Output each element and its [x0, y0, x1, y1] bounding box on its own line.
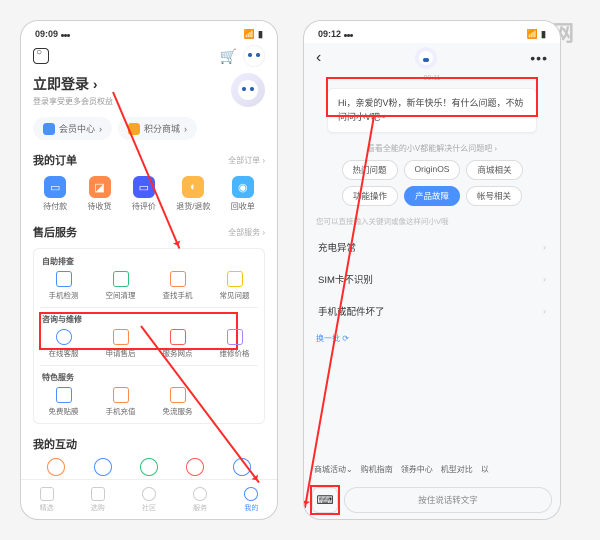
bag-icon: [91, 487, 105, 501]
status-icons: 📶▮: [527, 29, 546, 40]
highlight-keyboard: [310, 485, 340, 515]
all-services-link[interactable]: 全部服务 ›: [228, 227, 265, 238]
bc-mall-event[interactable]: 商城活动⌄: [314, 464, 353, 475]
services-header: 售后服务 全部服务 ›: [33, 224, 265, 240]
inter-3[interactable]: [140, 458, 158, 476]
chat-header: ‹ •••: [304, 43, 560, 73]
data-icon: [170, 387, 186, 403]
bc-buy-guide[interactable]: 购机指南: [361, 464, 393, 475]
apply-aftersale[interactable]: 申请售后: [93, 329, 148, 359]
online-service[interactable]: 在线客服: [36, 329, 91, 359]
input-bar: ⌨ 按住说话转文字: [312, 487, 552, 513]
help-text[interactable]: 看看全能的小V都能解决什么问题吧 ›: [304, 143, 560, 154]
service-points[interactable]: 服务网点: [150, 329, 205, 359]
form-icon: [113, 329, 129, 345]
heart-icon: [40, 487, 54, 501]
faq[interactable]: 常见问题: [207, 271, 262, 301]
order-pending-receive[interactable]: ◪待收货: [88, 176, 112, 212]
top-bar: 🛒: [33, 43, 265, 69]
special-service-label: 特色服务: [42, 372, 262, 383]
phone-recharge[interactable]: 手机充值: [93, 387, 148, 417]
nav-mine[interactable]: 我的: [244, 487, 258, 513]
headset-icon: [193, 487, 207, 501]
search-icon: [170, 271, 186, 287]
free-film[interactable]: 免费贴膜: [36, 387, 91, 417]
cart-icon[interactable]: 🛒: [220, 48, 237, 65]
chip-mall[interactable]: 商城相关: [466, 160, 522, 180]
avatar[interactable]: [231, 73, 265, 107]
circle-icon: [47, 458, 65, 476]
all-orders-link[interactable]: 全部订单 ›: [228, 155, 265, 166]
box-icon: ◪: [89, 176, 111, 198]
login-subtitle: 登录享受更多会员权益: [33, 96, 113, 107]
phone-left: 09:09 📶▮ 🛒 立即登录 › 登录享受更多会员权益 会员中心› 积分商城›…: [20, 20, 278, 520]
inter-4[interactable]: [186, 458, 204, 476]
phone-icon: [56, 271, 72, 287]
headset-icon: [56, 329, 72, 345]
status-bar: 09:09 📶▮: [21, 21, 277, 43]
location-icon: [170, 329, 186, 345]
faq-charging[interactable]: 充电异常: [304, 231, 560, 263]
circle-icon: [94, 458, 112, 476]
chip-hot[interactable]: 热门问题: [342, 160, 398, 180]
status-time: 09:12: [318, 29, 353, 39]
status-icons: 📶▮: [244, 29, 263, 40]
highlight-chat-bubble: [326, 77, 538, 117]
login-title: 立即登录 ›: [33, 74, 113, 94]
nav-shop[interactable]: 选购: [91, 487, 105, 513]
chip-originos[interactable]: OriginOS: [404, 160, 461, 180]
inter-1[interactable]: [47, 458, 65, 476]
back-button[interactable]: ‹: [316, 49, 321, 67]
user-icon: [244, 487, 258, 501]
bottom-chips: 商城活动⌄ 购机指南 领券中心 机型对比 以: [304, 460, 560, 479]
more-button[interactable]: •••: [530, 50, 548, 66]
diamond-icon: [43, 123, 55, 135]
circle-icon: [186, 458, 204, 476]
recharge-icon: [113, 387, 129, 403]
phone-right: 09:12 📶▮ ‹ ••• 09:11 Hi，亲爱的V粉，新年快乐！有什么问题…: [303, 20, 561, 520]
refund-icon: ◐: [182, 176, 204, 198]
find-phone[interactable]: 查找手机: [150, 271, 205, 301]
question-icon: [227, 271, 243, 287]
order-refund[interactable]: ◐退货/退款: [176, 176, 210, 212]
settings-icon[interactable]: [33, 48, 49, 64]
order-recycle[interactable]: ◉回收单: [231, 176, 255, 212]
refresh-button[interactable]: 换一批 ⟳: [316, 333, 560, 344]
chip-function[interactable]: 功能操作: [342, 186, 398, 206]
phone-check[interactable]: 手机检测: [36, 271, 91, 301]
inter-2[interactable]: [94, 458, 112, 476]
film-icon: [56, 387, 72, 403]
bc-more[interactable]: 以: [481, 464, 489, 475]
bc-compare[interactable]: 机型对比: [441, 464, 473, 475]
circle-icon: [140, 458, 158, 476]
price-icon: [227, 329, 243, 345]
status-bar: 09:12 📶▮: [304, 21, 560, 43]
assistant-icon[interactable]: [243, 45, 265, 67]
globe-icon: [142, 487, 156, 501]
recycle-icon: ◉: [232, 176, 254, 198]
nav-featured[interactable]: 精选: [40, 487, 54, 513]
space-clean[interactable]: 空间清理: [93, 271, 148, 301]
self-check-label: 自助排查: [42, 256, 262, 267]
bottom-nav: 精选 选购 社区 服务 我的: [21, 479, 277, 519]
login-row[interactable]: 立即登录 › 登录享受更多会员权益: [33, 73, 265, 107]
nav-community[interactable]: 社区: [142, 487, 156, 513]
category-chips: 热门问题 OriginOS 商城相关 功能操作 产品故障 帐号相关: [304, 160, 560, 206]
order-pending-pay[interactable]: ▭待付款: [43, 176, 67, 212]
chip-account[interactable]: 帐号相关: [466, 186, 522, 206]
member-center-pill[interactable]: 会员中心›: [33, 117, 112, 140]
voice-input[interactable]: 按住说话转文字: [344, 487, 552, 513]
status-time: 09:09: [35, 29, 70, 39]
nav-service[interactable]: 服务: [193, 487, 207, 513]
orders-header: 我的订单 全部订单 ›: [33, 152, 265, 168]
chip-fault[interactable]: 产品故障: [404, 186, 460, 206]
clean-icon: [113, 271, 129, 287]
repair-price[interactable]: 维修价格: [207, 329, 262, 359]
wallet-icon: ▭: [44, 176, 66, 198]
bot-avatar: [415, 47, 437, 69]
bc-coupon[interactable]: 领券中心: [401, 464, 433, 475]
